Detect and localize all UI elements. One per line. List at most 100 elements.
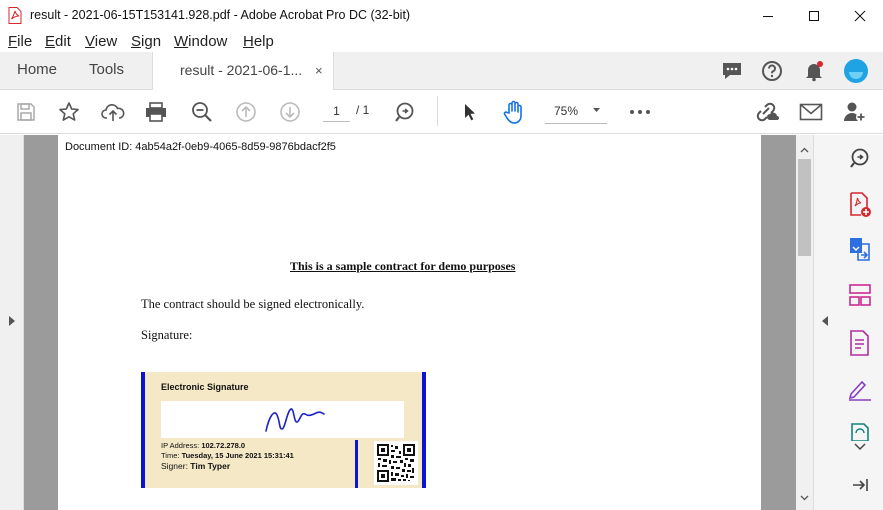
edit-pdf-tool[interactable] — [846, 329, 874, 357]
organize-pages-tool[interactable] — [846, 281, 874, 309]
export-pdf-tool[interactable] — [846, 235, 874, 263]
more-tools-button[interactable] — [627, 99, 653, 125]
fill-sign-tool[interactable] — [846, 375, 874, 403]
tab-tools[interactable]: Tools — [89, 61, 124, 78]
maximize-icon — [809, 10, 819, 21]
find-text-button[interactable] — [392, 99, 418, 125]
document-id: Document ID: 4ab54a2f-0eb9-4065-8d59-987… — [65, 141, 336, 153]
add-user-button[interactable] — [841, 99, 869, 125]
left-nav-pane — [0, 135, 24, 510]
expand-left-pane-button[interactable] — [5, 313, 19, 329]
tab-document[interactable]: result - 2021-06-1... × — [152, 52, 334, 91]
signature-details: IP Address: 102.72.278.0 Time: Tuesday, … — [161, 441, 294, 471]
menu-file[interactable]: File — [8, 33, 32, 50]
more-tools-partial[interactable] — [846, 421, 874, 441]
select-tool-button[interactable] — [457, 99, 483, 125]
pdf-page: Document ID: 4ab54a2f-0eb9-4065-8d59-987… — [58, 135, 761, 510]
signature-title: Electronic Signature — [161, 382, 249, 392]
next-page-button[interactable] — [277, 99, 303, 125]
signature-left-bar — [141, 372, 145, 488]
collapse-right-pane-button[interactable] — [818, 313, 832, 329]
cloud-upload-icon — [101, 104, 125, 121]
comment-button[interactable] — [719, 58, 745, 84]
menu-view[interactable]: View — [85, 33, 117, 50]
signature-middle-bar — [355, 440, 358, 488]
signer-value: Tim Typer — [190, 461, 231, 471]
page-total: / 1 — [356, 103, 370, 117]
scrollbar-thumb[interactable] — [798, 159, 811, 256]
time-label: Time: — [161, 451, 182, 460]
star-icon — [59, 102, 79, 121]
chevron-right-icon — [9, 316, 15, 326]
ip-value: 102.72.278.0 — [201, 441, 246, 450]
time-value: Tuesday, 15 June 2021 15:31:41 — [181, 451, 294, 460]
link-icon — [756, 102, 779, 122]
save-icon — [17, 103, 35, 121]
help-icon — [762, 61, 782, 81]
chevron-down-icon — [593, 108, 600, 112]
chevron-left-icon — [822, 316, 828, 326]
search-tool-button[interactable] — [846, 145, 874, 171]
hand-tool-button[interactable] — [500, 98, 528, 126]
scroll-tools-down-button[interactable] — [851, 441, 869, 453]
ip-label: IP Address: — [161, 441, 202, 450]
export-pdf-icon — [850, 238, 870, 261]
more-horizontal-icon — [630, 110, 650, 114]
chat-icon — [723, 63, 741, 79]
right-tools-pane — [813, 135, 883, 510]
previous-page-button[interactable] — [233, 99, 259, 125]
tab-bar: Home Tools result - 2021-06-1... × — [0, 52, 883, 91]
email-button[interactable] — [797, 99, 825, 125]
document-heading: This is a sample contract for demo purpo… — [290, 259, 516, 273]
menu-edit[interactable]: Edit — [45, 33, 71, 50]
notifications-button[interactable] — [801, 58, 827, 84]
signature-canvas — [161, 401, 404, 438]
window-title: result - 2021-06-15T153141.928.pdf - Ado… — [30, 8, 411, 22]
page-number-input[interactable]: 1 — [323, 100, 350, 122]
zoom-out-button[interactable] — [189, 99, 215, 125]
scroll-up-button[interactable] — [799, 145, 810, 155]
print-button[interactable] — [143, 99, 169, 125]
toolbar-divider — [437, 96, 438, 126]
collapse-tools-pane-button[interactable] — [847, 473, 873, 497]
acrobat-window: result - 2021-06-15T153141.928.pdf - Ado… — [0, 0, 883, 510]
arrow-down-circle-icon — [280, 102, 300, 122]
scroll-down-button[interactable] — [799, 493, 810, 503]
avatar-icon — [844, 59, 868, 83]
maximize-button[interactable] — [791, 0, 837, 31]
tab-document-label: result - 2021-06-1... — [180, 62, 303, 78]
zoom-out-icon — [192, 102, 212, 122]
bookmark-button[interactable] — [56, 99, 82, 125]
printer-icon — [146, 102, 166, 122]
send-review-icon — [851, 423, 869, 441]
share-link-button[interactable] — [753, 99, 781, 125]
chevron-up-icon — [800, 147, 809, 153]
menu-help[interactable]: Help — [243, 33, 274, 50]
electronic-signature-block: Electronic Signature IP Address: 102.72.… — [141, 372, 426, 488]
minimize-button[interactable] — [745, 0, 791, 31]
help-button[interactable] — [759, 58, 785, 84]
qr-code-icon — [377, 444, 415, 482]
account-button[interactable] — [842, 57, 870, 85]
document-paragraph: The contract should be signed electronic… — [141, 297, 365, 311]
vertical-scrollbar[interactable] — [796, 135, 813, 510]
chevron-down-icon — [800, 495, 809, 501]
zoom-value: 75% — [554, 104, 579, 118]
menu-window[interactable]: Window — [174, 33, 227, 50]
zoom-select[interactable]: 75% — [545, 100, 607, 124]
add-user-icon — [844, 102, 866, 122]
tab-home[interactable]: Home — [17, 61, 57, 78]
menu-sign[interactable]: Sign — [131, 33, 161, 50]
upload-button[interactable] — [100, 99, 126, 125]
close-icon — [854, 10, 866, 21]
arrow-up-circle-icon — [236, 102, 256, 122]
create-pdf-tool[interactable] — [846, 191, 874, 219]
mail-icon — [799, 103, 823, 121]
save-button[interactable] — [13, 99, 39, 125]
close-window-button[interactable] — [837, 0, 883, 31]
qr-code — [374, 441, 418, 485]
tab-close-button[interactable]: × — [315, 63, 323, 78]
arrow-right-bar-icon — [853, 479, 868, 491]
hand-icon — [503, 100, 522, 124]
bell-icon — [806, 61, 823, 82]
